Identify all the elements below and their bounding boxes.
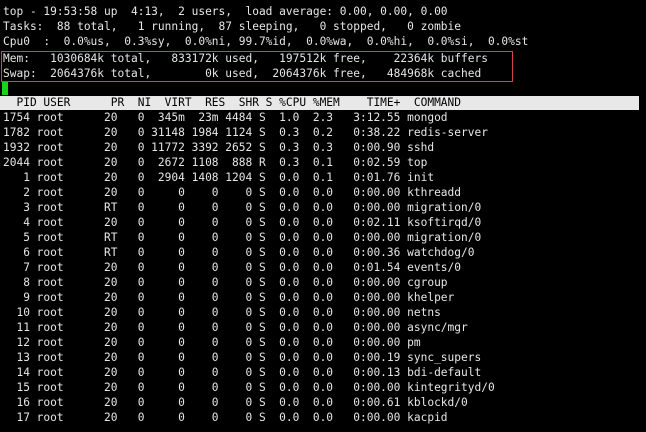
process-row: 11 root 20 0 0 0 0 S 0.0 0.0 0:00.00 asy… (3, 321, 468, 334)
process-row: 1932 root 20 0 11772 3392 2652 S 0.3 0.3… (3, 141, 435, 154)
process-row: 12 root 20 0 0 0 0 S 0.0 0.0 0:00.00 pm (3, 336, 421, 349)
cpu-line: Cpu0 : 0.0%us, 0.3%sy, 0.0%ni, 99.7%id, … (3, 35, 529, 48)
process-row: 14 root 20 0 0 0 0 S 0.0 0.0 0:00.13 bdi… (3, 366, 482, 379)
process-row: 1754 root 20 0 345m 23m 4484 S 1.0 2.3 3… (3, 111, 448, 124)
process-row: 13 root 20 0 0 0 0 S 0.0 0.0 0:00.19 syn… (3, 351, 482, 364)
tasks-line: Tasks: 88 total, 1 running, 87 sleeping,… (3, 20, 462, 33)
uptime-line: top - 19:53:58 up 4:13, 2 users, load av… (3, 5, 448, 18)
terminal-cursor (2, 82, 8, 95)
process-row: 2044 root 20 0 2672 1108 888 R 0.3 0.1 0… (3, 156, 428, 169)
process-row: 10 root 20 0 0 0 0 S 0.0 0.0 0:00.00 net… (3, 306, 441, 319)
process-row: 1 root 20 0 2904 1408 1204 S 0.0 0.1 0:0… (3, 171, 435, 184)
mem-line: Mem: 1030684k total, 833172k used, 19751… (3, 52, 488, 65)
process-row: 8 root 20 0 0 0 0 S 0.0 0.0 0:00.00 cgro… (3, 276, 448, 289)
process-table-header: PID USER PR NI VIRT RES SHR S %CPU %MEM … (3, 96, 462, 109)
process-row: 9 root 20 0 0 0 0 S 0.0 0.0 0:00.00 khel… (3, 291, 455, 304)
process-row: 1782 root 20 0 31148 1984 1124 S 0.3 0.2… (3, 126, 488, 139)
process-row: 3 root RT 0 0 0 0 S 0.0 0.0 0:00.00 migr… (3, 201, 482, 214)
swap-line: Swap: 2064376k total, 0k used, 2064376k … (3, 67, 482, 80)
process-row: 7 root 20 0 0 0 0 S 0.0 0.0 0:01.54 even… (3, 261, 462, 274)
process-row: 15 root 20 0 0 0 0 S 0.0 0.0 0:00.00 kin… (3, 381, 495, 394)
terminal-right-margin (639, 0, 646, 432)
process-row: 4 root 20 0 0 0 0 S 0.0 0.0 0:02.11 ksof… (3, 216, 482, 229)
terminal-window[interactable]: top - 19:53:58 up 4:13, 2 users, load av… (0, 0, 646, 432)
process-row: 6 root RT 0 0 0 0 S 0.0 0.0 0:00.36 watc… (3, 246, 475, 259)
process-row: 5 root RT 0 0 0 0 S 0.0 0.0 0:00.00 migr… (3, 231, 482, 244)
process-row: 16 root 20 0 0 0 0 S 0.0 0.0 0:00.61 kbl… (3, 396, 468, 409)
process-row: 2 root 20 0 0 0 0 S 0.0 0.0 0:00.00 kthr… (3, 186, 462, 199)
process-row: 17 root 20 0 0 0 0 S 0.0 0.0 0:00.00 kac… (3, 411, 448, 424)
